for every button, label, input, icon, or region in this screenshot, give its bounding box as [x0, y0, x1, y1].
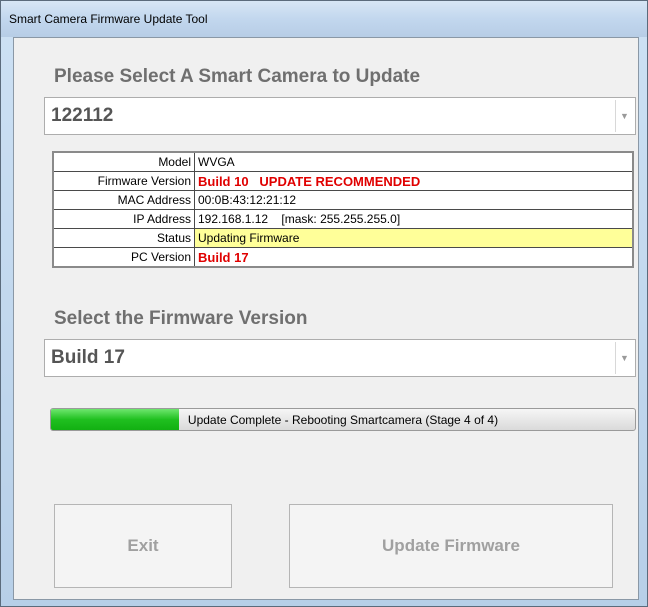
- info-row-ip-address: IP Address 192.168.1.12 [mask: 255.255.25…: [52, 209, 634, 229]
- info-label: PC Version: [52, 247, 195, 268]
- info-value: 192.168.1.12 [mask: 255.255.255.0]: [194, 209, 634, 229]
- info-label: IP Address: [52, 209, 195, 229]
- firmware-dropdown-button[interactable]: ▼: [615, 342, 633, 374]
- info-value: Build 10 UPDATE RECOMMENDED: [194, 171, 634, 191]
- title-bar[interactable]: Smart Camera Firmware Update Tool: [1, 1, 647, 37]
- app-window: Smart Camera Firmware Update Tool Please…: [0, 0, 648, 607]
- info-value: Updating Firmware: [194, 228, 634, 248]
- info-value: WVGA: [194, 151, 634, 172]
- info-row-model: Model WVGA: [52, 151, 634, 172]
- camera-select-combobox[interactable]: 122112 ▼: [44, 97, 636, 135]
- window-title: Smart Camera Firmware Update Tool: [9, 12, 208, 26]
- exit-button[interactable]: Exit: [54, 504, 232, 588]
- progress-text: Update Complete - Rebooting Smartcamera …: [187, 413, 499, 427]
- camera-info-table: Model WVGA Firmware Version Build 10 UPDATE…: [52, 151, 634, 268]
- client-area: Please Select A Smart Camera to Update 1…: [13, 37, 639, 600]
- update-firmware-button[interactable]: Update Firmware: [289, 504, 613, 588]
- info-value: Build 17: [194, 247, 634, 268]
- update-progress-bar: Update Complete - Rebooting Smartcamera …: [50, 408, 636, 431]
- info-label: Status: [52, 228, 195, 248]
- camera-select-value: 122112: [51, 105, 114, 126]
- info-label: Model: [52, 151, 195, 172]
- firmware-select-label: Select the Firmware Version: [54, 308, 308, 329]
- chevron-down-icon: ▼: [620, 353, 629, 363]
- camera-dropdown-button[interactable]: ▼: [615, 100, 633, 132]
- info-row-mac-address: MAC Address 00:0B:43:12:21:12: [52, 190, 634, 210]
- info-value: 00:0B:43:12:21:12: [194, 190, 634, 210]
- info-label: MAC Address: [52, 190, 195, 210]
- info-row-pc-version: PC Version Build 17: [52, 247, 634, 268]
- info-row-status: Status Updating Firmware: [52, 228, 634, 248]
- chevron-down-icon: ▼: [620, 111, 629, 121]
- info-label: Firmware Version: [52, 171, 195, 191]
- firmware-select-combobox[interactable]: Build 17 ▼: [44, 339, 636, 377]
- camera-select-label: Please Select A Smart Camera to Update: [54, 66, 421, 87]
- info-row-firmware-version: Firmware Version Build 10 UPDATE RECOMMEN…: [52, 171, 634, 191]
- firmware-select-value: Build 17: [51, 347, 125, 368]
